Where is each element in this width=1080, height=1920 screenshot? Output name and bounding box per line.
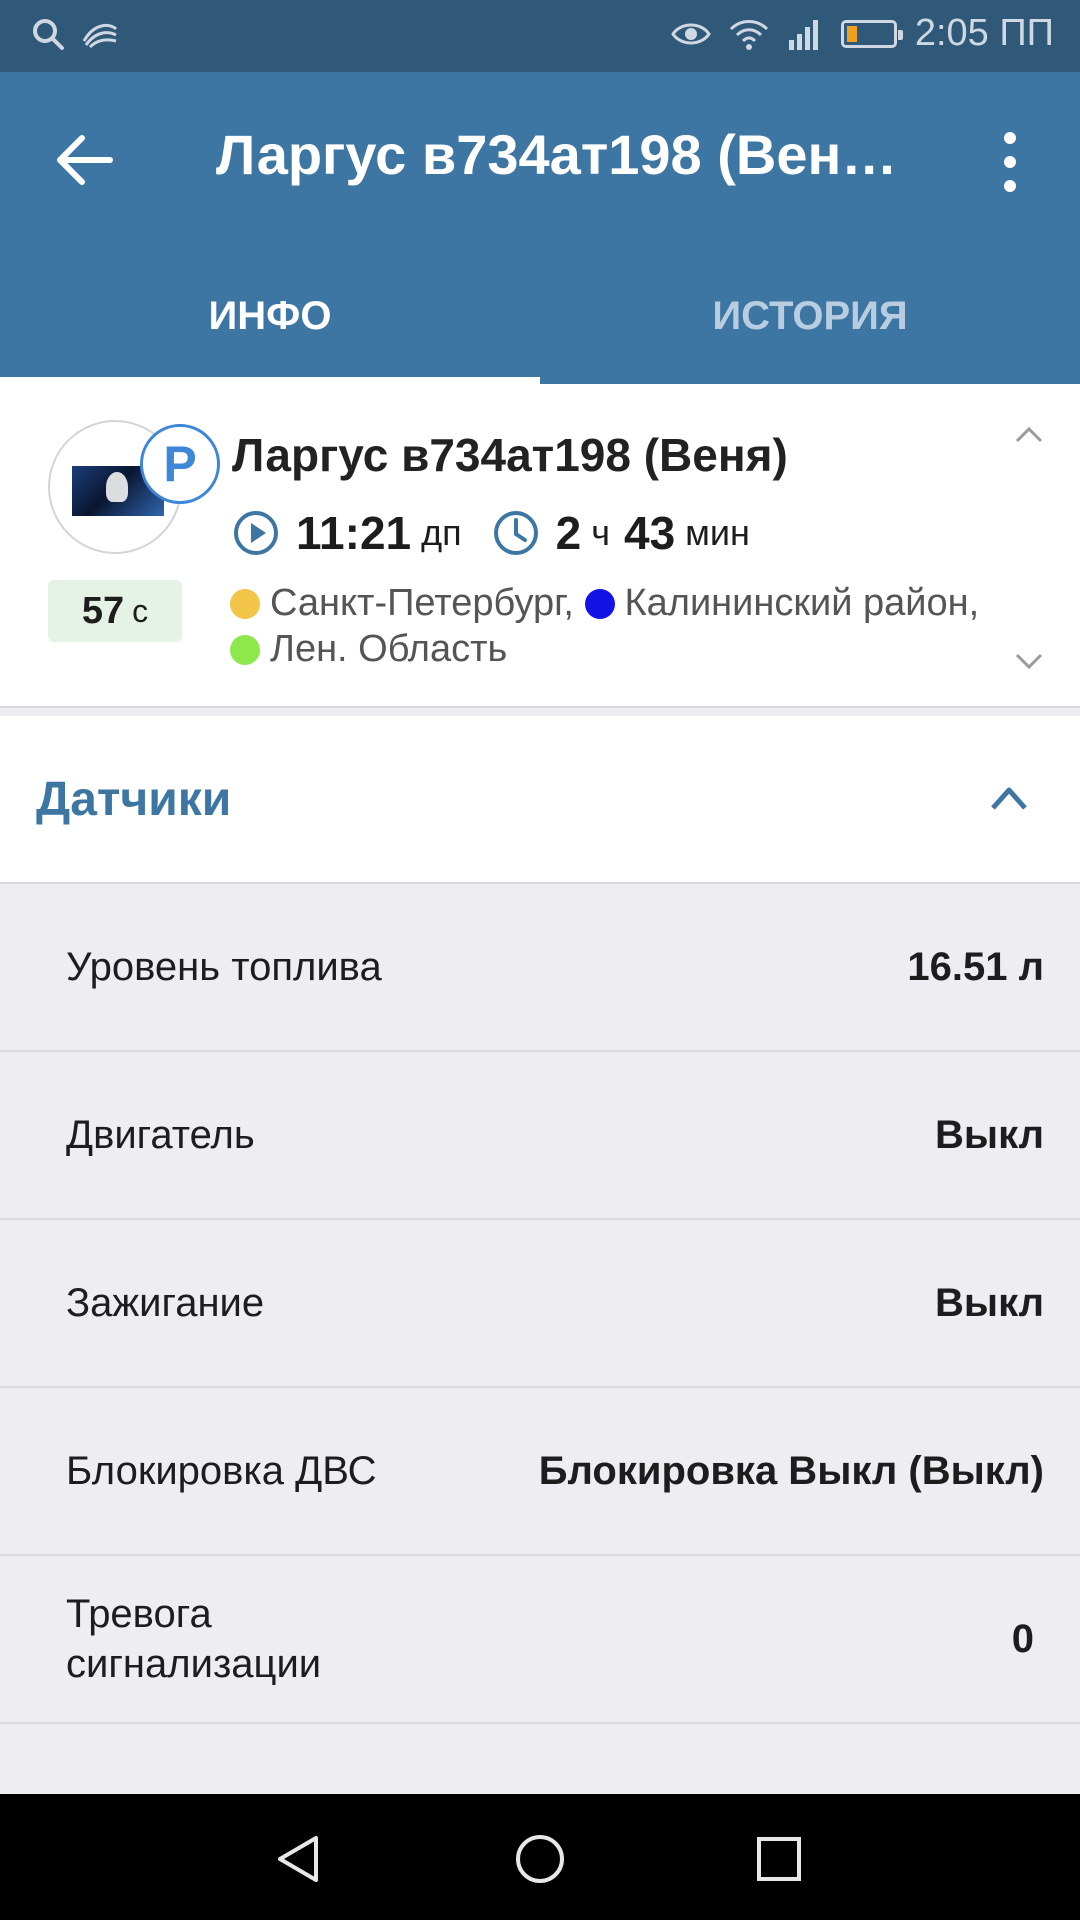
nav-recents-icon[interactable] xyxy=(752,1832,806,1886)
chevron-up-icon[interactable] xyxy=(1014,424,1044,444)
sensor-row-ignition[interactable]: Зажигание Выкл xyxy=(0,1220,1080,1388)
sensors-title: Датчики xyxy=(36,773,232,826)
sensor-value: 16.51 л xyxy=(907,944,1044,989)
play-circle-icon xyxy=(234,511,278,555)
geozone-item: Санкт-Петербург, xyxy=(230,582,574,624)
sensor-row-alarm[interactable]: Тревога сигнализации 0 xyxy=(0,1556,1080,1724)
more-options-icon[interactable] xyxy=(990,130,1030,194)
duration-hours-unit: ч xyxy=(591,512,610,553)
sensor-label: Блокировка ДВС xyxy=(66,1449,377,1493)
signal-icon xyxy=(788,19,818,50)
geozone-item: Калининский район, xyxy=(584,582,979,624)
geozone-item: Лен. Область xyxy=(230,628,507,670)
tab-bar: ИНФО ИСТОРИЯ xyxy=(0,248,1080,384)
clock-icon xyxy=(493,511,538,555)
data-age-value: 57 xyxy=(81,589,125,632)
sensors-section-header[interactable]: Датчики xyxy=(0,716,1080,884)
swype-icon xyxy=(82,23,118,49)
sensor-label: Зажигание xyxy=(66,1281,265,1325)
vehicle-time-row: 11:21 дп 2 ч 43 мин xyxy=(232,506,750,560)
back-arrow-icon[interactable] xyxy=(52,124,124,196)
chevron-down-icon[interactable] xyxy=(1014,652,1044,672)
duration-minutes-unit: мин xyxy=(685,512,750,553)
tab-indicator xyxy=(0,377,540,384)
sensor-label: Двигатель xyxy=(66,1113,255,1157)
parking-status-badge: P xyxy=(140,424,220,504)
sensor-row-engine-lock[interactable]: Блокировка ДВС Блокировка Выкл (Выкл) xyxy=(0,1388,1080,1556)
sensor-label: Уровень топлива xyxy=(66,945,382,989)
toolbar-title: Ларгус в734ат198 (Вен… xyxy=(216,123,898,186)
battery-icon xyxy=(840,19,903,48)
wifi-icon xyxy=(729,19,768,50)
search-icon xyxy=(33,19,64,50)
status-time: 2:05 ПП xyxy=(914,12,1054,54)
app-toolbar: Ларгус в734ат198 (Вен… xyxy=(0,72,1080,248)
geozone-dot-icon xyxy=(230,635,260,665)
sensor-row-fuel[interactable]: Уровень топлива 16.51 л xyxy=(0,884,1080,1052)
vehicle-name: Ларгус в734ат198 (Веня) xyxy=(232,429,788,481)
tab-info[interactable]: ИНФО xyxy=(0,248,540,384)
nav-home-icon[interactable] xyxy=(513,1832,567,1886)
status-bar: 2:05 ПП xyxy=(0,0,1080,72)
geozones-list: Санкт-Петербург, Калининский район, Лен.… xyxy=(230,580,1030,672)
last-message-time-suffix: дп xyxy=(421,512,462,553)
duration-minutes: 43 xyxy=(623,507,676,559)
sensor-value: Выкл xyxy=(935,1280,1044,1325)
eye-icon xyxy=(671,23,711,44)
sensor-row-engine[interactable]: Двигатель Выкл xyxy=(0,1052,1080,1220)
vehicle-card[interactable]: P Ларгус в734ат198 (Веня) 11:21 дп 2 ч 4… xyxy=(0,384,1080,708)
data-age-unit: с xyxy=(132,592,149,629)
geozone-dot-icon xyxy=(584,589,615,619)
tab-history[interactable]: ИСТОРИЯ xyxy=(540,248,1080,384)
system-nav-bar xyxy=(0,1794,1080,1920)
sensors-list: Уровень топлива 16.51 л Двигатель Выкл З… xyxy=(0,884,1080,1724)
nav-back-icon[interactable] xyxy=(272,1832,326,1886)
sensor-value: Блокировка Выкл (Выкл) xyxy=(538,1448,1044,1493)
duration-hours: 2 xyxy=(555,507,582,559)
data-age-badge: 57 с xyxy=(48,580,182,642)
collapse-chevron-icon[interactable] xyxy=(990,784,1028,812)
last-message-time: 11:21 xyxy=(296,507,412,559)
sensor-value: 0 xyxy=(1011,1616,1034,1661)
sensor-label: Тревога сигнализации xyxy=(66,1592,322,1686)
sensor-value: Выкл xyxy=(935,1112,1044,1157)
geozone-dot-icon xyxy=(230,589,260,619)
